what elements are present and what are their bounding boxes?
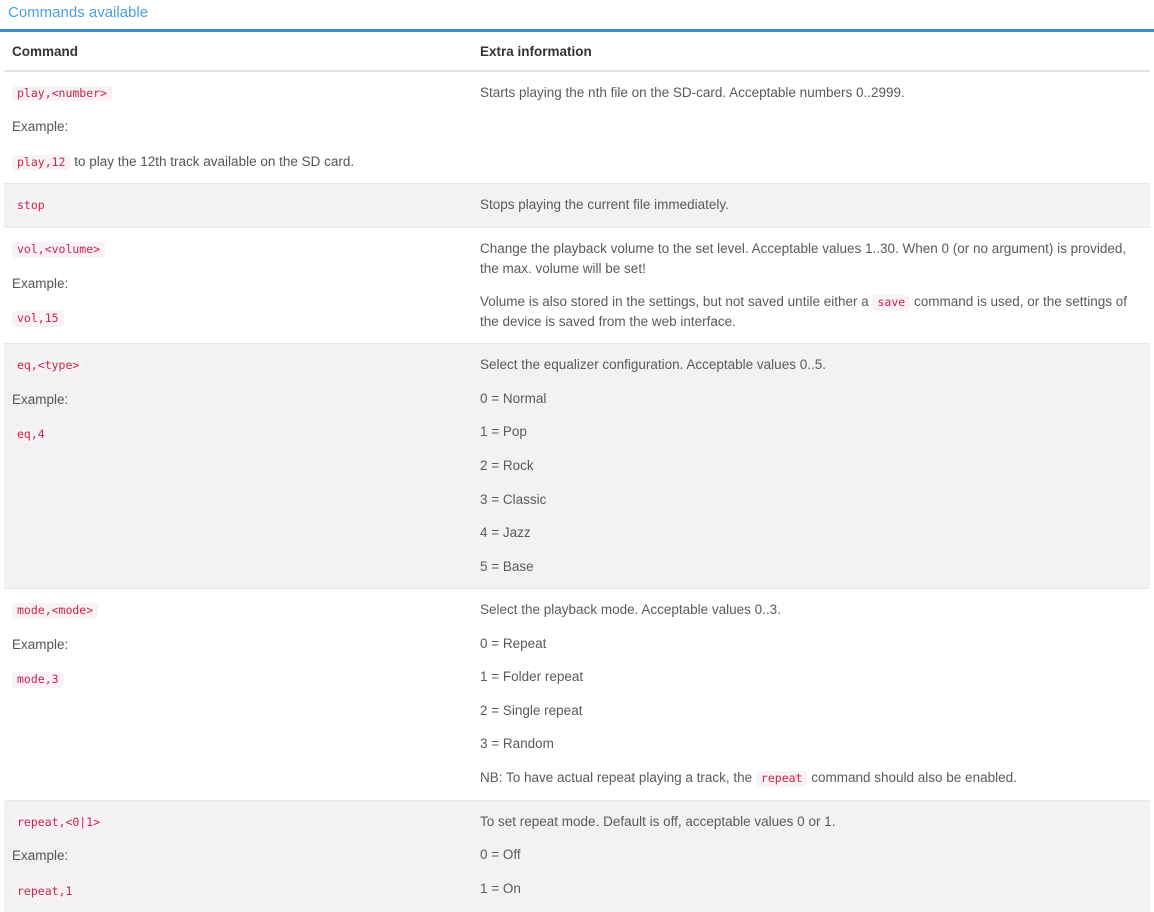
command-cell: eq,<type> Example: eq,4 [4, 343, 472, 589]
extra-information-cell: To set repeat mode. Default is off, acce… [472, 799, 1150, 912]
table-row: repeat,<0|1> Example: repeat,1 To set repea… [4, 799, 1150, 912]
note-line: NB: To have actual repeat playing a trac… [480, 768, 1142, 788]
command-syntax-code: mode,<mode> [12, 603, 99, 619]
command-syntax-code: eq,<type> [12, 358, 85, 374]
option-line: 5 = Base [480, 558, 534, 574]
example-line: play,12 to play the 12th track available… [12, 152, 464, 172]
command-description: Select the playback mode. Acceptable val… [480, 602, 781, 618]
example-line: repeat,1 [12, 881, 464, 901]
table-body: play,<number> Example: play,12 to play the… [4, 70, 1150, 912]
command-cell: play,<number> Example: play,12 to play the… [4, 70, 472, 184]
command-syntax-code: stop [12, 198, 50, 214]
option-line: 0 = Normal [480, 390, 547, 406]
example-label: Example: [12, 275, 69, 291]
example-line: vol,15 [12, 308, 464, 328]
command-description: To set repeat mode. Default is off, acce… [480, 813, 836, 829]
option-line: 4 = Jazz [480, 525, 531, 541]
column-header-extra-information: Extra information [472, 31, 1150, 72]
command-syntax-line: eq,<type> [12, 355, 464, 375]
command-syntax-line: mode,<mode> [12, 600, 464, 620]
example-line: mode,3 [12, 669, 464, 689]
option-line: 1 = Pop [480, 424, 527, 440]
table-row: mode,<mode> Example: mode,3 Select the play… [4, 588, 1150, 801]
command-cell: repeat,<0|1> Example: repeat,1 [4, 799, 472, 912]
command-cell: mode,<mode> Example: mode,3 [4, 588, 472, 801]
table-row: stop Stops playing the current file immed… [4, 183, 1150, 228]
table-row: play,<number> Example: play,12 to play the… [4, 70, 1150, 184]
option-line: 0 = Off [480, 847, 521, 863]
command-syntax-code: vol,<volume> [12, 242, 106, 258]
command-syntax-line: stop [12, 195, 464, 215]
command-syntax-code: play,<number> [12, 85, 113, 102]
note-suffix-text: command should also be enabled. [807, 770, 1017, 785]
page-title: Commands available [8, 4, 149, 21]
command-syntax-line: play,<number> [12, 83, 464, 103]
example-code: vol,15 [12, 311, 64, 327]
option-line: 0 = Repeat [480, 635, 547, 651]
table-row: eq,<type> Example: eq,4 Select the equalize… [4, 343, 1150, 589]
note-line: Volume is also stored in the settings, b… [480, 292, 1142, 331]
example-suffix-text: to play the 12th track available on the … [70, 153, 355, 169]
example-label: Example: [12, 119, 69, 135]
option-line: 2 = Single repeat [480, 702, 583, 718]
note-prefix-text: Volume is also stored in the settings, b… [480, 294, 873, 310]
extra-information-cell: Change the playback volume to the set le… [472, 226, 1150, 344]
option-line: 3 = Random [480, 736, 554, 752]
example-code: play,12 [12, 154, 71, 171]
option-line: 1 = On [480, 880, 521, 896]
example-label: Example: [12, 636, 69, 652]
note-prefix-text: NB: To have actual repeat playing a trac… [480, 770, 756, 785]
note-inline-code: repeat [755, 771, 808, 787]
command-description: Select the equalizer configuration. Acce… [480, 357, 826, 373]
extra-information-cell: Starts playing the nth file on the SD-ca… [472, 70, 1150, 184]
commands-table: Command Extra information play,<number> E… [4, 31, 1150, 912]
extra-information-cell: Select the equalizer configuration. Acce… [472, 343, 1150, 589]
option-line: 1 = Folder repeat [480, 669, 584, 685]
table-header-row: Command Extra information [4, 31, 1150, 72]
example-code: repeat,1 [12, 883, 78, 900]
option-line: 3 = Classic [480, 491, 547, 507]
extra-information-cell: Select the playback mode. Acceptable val… [472, 588, 1150, 801]
page-root: Commands available Command Extra informa… [0, 0, 1154, 912]
extra-information-cell: Stops playing the current file immediate… [472, 183, 1150, 228]
example-line: eq,4 [12, 424, 464, 444]
example-label: Example: [12, 391, 69, 407]
command-cell: stop [4, 183, 472, 228]
column-header-command: Command [4, 31, 472, 72]
command-description: Change the playback volume to the set le… [480, 241, 1127, 276]
command-cell: vol,<volume> Example: vol,15 [4, 226, 472, 344]
note-inline-code: save [872, 295, 911, 311]
command-syntax-line: repeat,<0|1> [12, 812, 464, 832]
command-description: Stops playing the current file immediate… [480, 197, 729, 213]
example-code: mode,3 [12, 672, 64, 688]
command-syntax-line: vol,<volume> [12, 239, 464, 259]
table-row: vol,<volume> Example: vol,15 Change the pla… [4, 226, 1150, 344]
option-line: 2 = Rock [480, 457, 534, 473]
command-syntax-code: repeat,<0|1> [12, 814, 106, 831]
command-description: Starts playing the nth file on the SD-ca… [480, 84, 905, 100]
table-header: Command Extra information [4, 31, 1150, 72]
example-label: Example: [12, 848, 69, 864]
example-code: eq,4 [12, 427, 50, 443]
